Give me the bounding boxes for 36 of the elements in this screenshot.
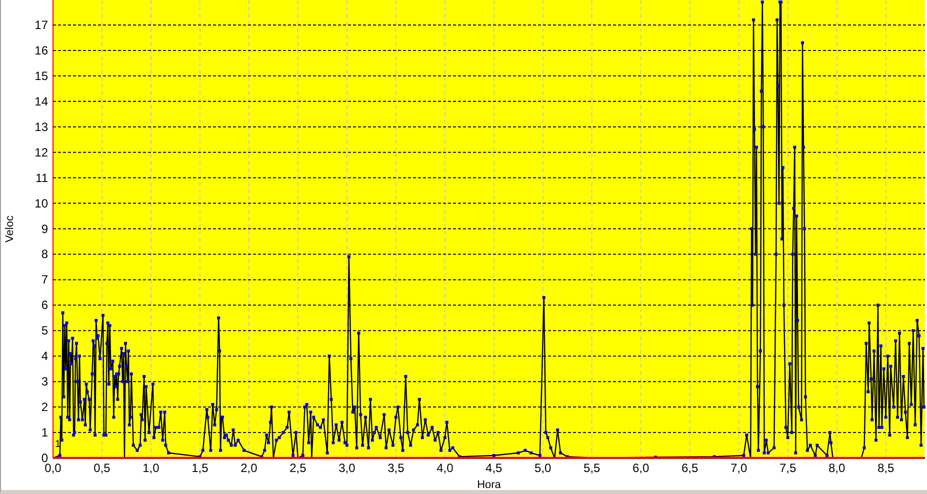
x-tick-label: 6,5 bbox=[682, 461, 698, 475]
y-tick-label: 15 bbox=[34, 68, 48, 83]
x-tick-label: 2,0 bbox=[240, 461, 258, 475]
y-tick-label: 9 bbox=[41, 222, 48, 236]
y-tick-label: 17 bbox=[34, 18, 48, 32]
x-axis-title: Hora bbox=[477, 479, 501, 490]
x-tick-label: 4,0 bbox=[436, 461, 454, 475]
y-tick-label: 5 bbox=[41, 324, 48, 338]
y-tick-label: 11 bbox=[36, 170, 48, 185]
y-tick-label: 13 bbox=[34, 120, 48, 134]
y-tick-label: 3 bbox=[41, 374, 48, 389]
y-axis-title: Veloc bbox=[4, 216, 16, 242]
x-tick-label: 3,0 bbox=[338, 461, 356, 475]
y-tick-label: 14 bbox=[34, 94, 48, 108]
y-tick-label: 16 bbox=[34, 43, 48, 58]
x-tick-label: 7,5 bbox=[780, 461, 796, 475]
y-tick-label: 7 bbox=[41, 272, 48, 287]
y-tick-label: 12 bbox=[34, 145, 48, 160]
x-tick-label: 8,5 bbox=[877, 461, 894, 475]
x-tick-label: 1,0 bbox=[142, 461, 160, 475]
x-tick-label: 5,5 bbox=[584, 461, 600, 475]
x-tick-label: 1,5 bbox=[192, 461, 208, 475]
y-tick-label: 8 bbox=[41, 247, 48, 262]
x-tick-label: 0,5 bbox=[94, 461, 110, 475]
x-tick-label: 5,0 bbox=[534, 461, 552, 475]
y-tick-label: 6 bbox=[41, 298, 48, 312]
y-tick-label: 10 bbox=[34, 196, 48, 210]
y-tick-label: 2 bbox=[41, 400, 48, 414]
x-tick-label: 3,5 bbox=[388, 461, 404, 475]
x-tick-label: 6,0 bbox=[632, 461, 650, 475]
x-tick-label: 7,0 bbox=[730, 461, 748, 475]
y-tick-label: 1 bbox=[41, 426, 48, 440]
x-tick-label: 2,5 bbox=[290, 461, 306, 475]
x-tick-label: 8,0 bbox=[828, 461, 846, 475]
y-tick-label: 4 bbox=[41, 349, 48, 364]
x-tick-label: 4,5 bbox=[486, 461, 502, 475]
